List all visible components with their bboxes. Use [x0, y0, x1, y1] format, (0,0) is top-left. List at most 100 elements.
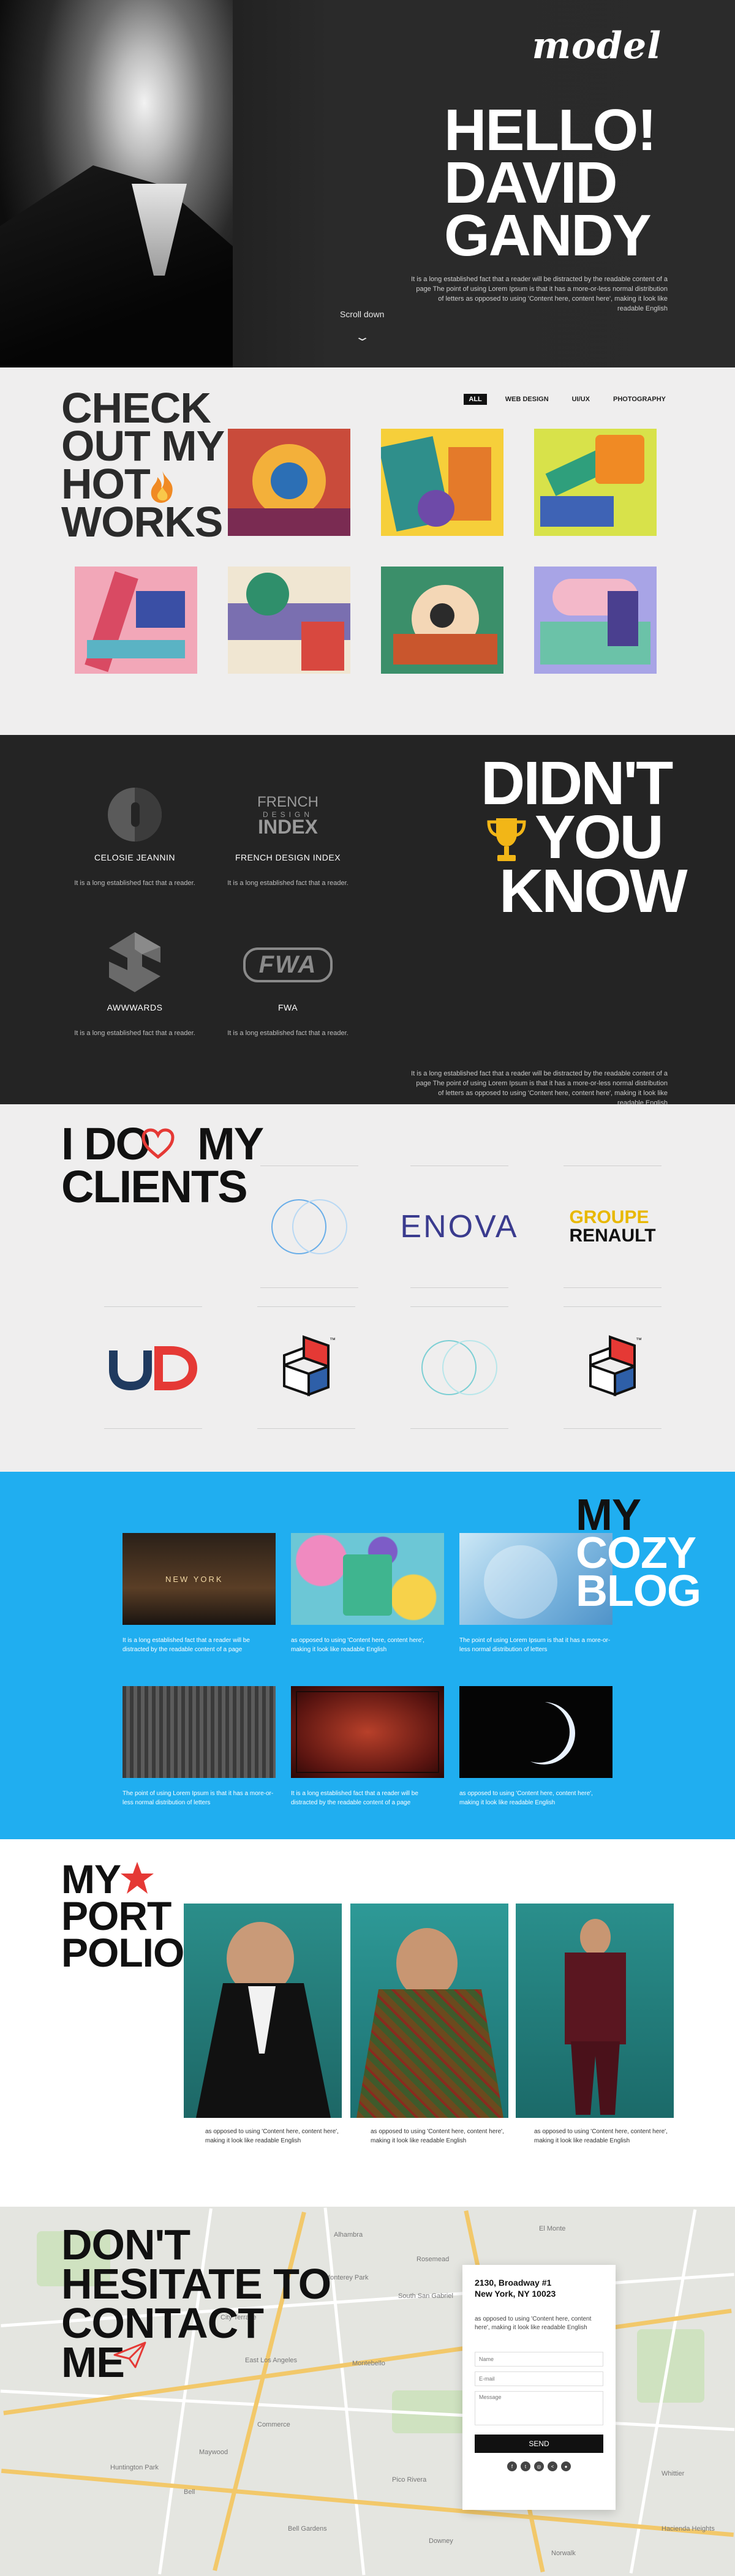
logo-text: INDEX — [258, 816, 318, 838]
award-item: FRENCH DESIGN INDEX FRENCH DESIGN INDEX … — [214, 784, 361, 887]
hero-title-line: GANDY — [444, 203, 652, 268]
map-label: Whittier — [662, 2470, 685, 2477]
blog-post-image[interactable] — [291, 1686, 444, 1778]
filter-photography[interactable]: PHOTOGRAPHY — [608, 394, 671, 405]
contact-form: SEND — [475, 2347, 603, 2453]
awwwards-logo-icon — [109, 932, 160, 992]
works-title-line: WORKS — [61, 498, 223, 546]
work-thumbnail[interactable] — [534, 567, 657, 674]
know-title-line: DIDN'T — [481, 749, 673, 818]
groupe-renault-logo: GROUPE RENAULT — [569, 1208, 655, 1245]
client-logo-cell[interactable]: ™ — [557, 1306, 668, 1429]
works-title-line: OUT MY — [61, 422, 225, 470]
rings-logo-icon — [271, 1199, 347, 1254]
filter-ui-ux[interactable]: UI/UX — [567, 394, 595, 405]
name-field[interactable] — [475, 2352, 603, 2367]
map-label: Norwalk — [551, 2550, 576, 2557]
portfolio-photo[interactable] — [516, 1904, 674, 2118]
contact-section: Alhambra Monterey Park Montebello City T… — [0, 2207, 735, 2576]
client-logo-cell[interactable]: ™ — [251, 1306, 361, 1429]
portfolio-caption: as opposed to using 'Content here, conte… — [205, 2128, 339, 2144]
client-logo-cell[interactable]: ENOVA — [400, 1166, 517, 1288]
blog-post-excerpt: The point of using Lorem Ipsum is that i… — [459, 1637, 611, 1653]
blog-image-caption: NEW YORK — [165, 1575, 224, 1584]
star-icon — [121, 1862, 154, 1894]
award-logo — [61, 932, 208, 995]
blog-post[interactable]: The point of using Lorem Ipsum is that i… — [123, 1686, 276, 1807]
hero-title-line: HELLO! — [444, 97, 657, 163]
portfolio-caption: as opposed to using 'Content here, conte… — [534, 2128, 668, 2144]
instagram-icon[interactable]: ◎ — [534, 2461, 544, 2471]
work-thumbnail[interactable] — [381, 429, 503, 536]
logo-text: FRENCH — [257, 794, 318, 810]
blog-post[interactable]: as opposed to using 'Content here, conte… — [459, 1686, 612, 1807]
client-logo-cell[interactable] — [254, 1166, 364, 1288]
hero-title-line: DAVID — [444, 150, 618, 216]
work-thumbnail[interactable] — [75, 567, 197, 674]
logo-text: GROUPE — [569, 1207, 649, 1227]
client-logo: ™ — [251, 1331, 361, 1404]
map-label: South San Gabriel — [398, 2292, 453, 2300]
map-label: Alhambra — [334, 2231, 363, 2239]
chevron-down-icon[interactable]: ⌄ — [354, 331, 371, 344]
map-label: Monterey Park — [325, 2274, 369, 2281]
twitter-icon[interactable]: t — [521, 2461, 530, 2471]
rings-logo-icon — [421, 1340, 497, 1395]
facebook-icon[interactable]: f — [507, 2461, 517, 2471]
work-thumbnail[interactable] — [381, 567, 503, 674]
hero-section: model HELLO! DAVID GANDY It is a long es… — [0, 0, 735, 367]
site-logo[interactable]: model — [532, 24, 662, 67]
paper-plane-icon — [113, 2341, 146, 2368]
share-icon[interactable]: < — [548, 2461, 557, 2471]
svg-text:™: ™ — [636, 1337, 642, 1344]
client-logo-cell[interactable]: GROUPE RENAULT — [557, 1166, 668, 1288]
portfolio-section: MY PORT POLIO as opposed to using 'Conte… — [0, 1839, 735, 2207]
blog-post-image[interactable] — [123, 1686, 276, 1778]
portfolio-photo[interactable] — [350, 1904, 508, 2118]
svg-text:™: ™ — [330, 1337, 336, 1344]
french-design-index-logo: FRENCH DESIGN INDEX — [257, 794, 318, 838]
client-logo-cell[interactable] — [98, 1306, 208, 1429]
award-name: CELOSIE JEANNIN — [94, 853, 175, 862]
send-button[interactable]: SEND — [475, 2435, 603, 2453]
blog-post[interactable]: as opposed to using 'Content here, conte… — [291, 1533, 444, 1654]
blog-post-excerpt: The point of using Lorem Ipsum is that i… — [123, 1790, 274, 1806]
enova-logo: ENOVA — [400, 1209, 519, 1245]
map-label: Commerce — [257, 2421, 290, 2428]
portfolio-photo[interactable] — [184, 1904, 342, 2118]
clients-section: I DO MY CLIENTS ENOVA GROUPE RENAULT ™ ™ — [0, 1104, 735, 1472]
fire-icon — [151, 471, 173, 503]
map-label: Montebello — [352, 2360, 385, 2367]
email-field[interactable] — [475, 2371, 603, 2386]
scroll-down-link[interactable]: Scroll down — [340, 309, 384, 319]
map-label: Hacienda Heights — [662, 2525, 715, 2533]
blog-post[interactable]: It is a long established fact that a rea… — [291, 1686, 444, 1807]
award-name: FWA — [277, 1003, 298, 1012]
award-name: AWWWARDS — [107, 1003, 163, 1012]
award-description: It is a long established fact that a rea… — [74, 879, 195, 887]
blog-post-image[interactable] — [291, 1533, 444, 1625]
blog-post-image[interactable]: NEW YORK — [123, 1533, 276, 1625]
portfolio-caption: as opposed to using 'Content here, conte… — [371, 2128, 504, 2144]
award-logo: FRENCH DESIGN INDEX — [214, 784, 361, 845]
globe-icon[interactable]: ● — [561, 2461, 571, 2471]
award-description: It is a long established fact that a rea… — [74, 1030, 195, 1037]
work-thumbnail[interactable] — [228, 429, 350, 536]
work-thumbnail[interactable] — [534, 429, 657, 536]
filter-web-design[interactable]: WEB DESIGN — [500, 394, 554, 405]
map-label: Maywood — [199, 2449, 228, 2456]
blog-post-image[interactable] — [459, 1686, 612, 1778]
map-label: Bell Gardens — [288, 2525, 327, 2533]
social-links: f t ◎ < ● — [475, 2461, 603, 2471]
contact-title-line: DON'T — [61, 2221, 190, 2269]
filter-all[interactable]: ALL — [464, 394, 487, 405]
blog-title: MY COZY BLOG — [576, 1493, 701, 1616]
map-label: Huntington Park — [110, 2464, 159, 2471]
hero-title: HELLO! DAVID GANDY — [444, 97, 665, 268]
message-field[interactable] — [475, 2391, 603, 2425]
blog-title-line: BLOG — [576, 1567, 701, 1616]
blog-post[interactable]: NEW YORK It is a long established fact t… — [123, 1533, 276, 1654]
client-logo-cell[interactable] — [404, 1306, 514, 1429]
work-thumbnail[interactable] — [228, 567, 350, 674]
portfolio-title-line: POLIO — [61, 1930, 184, 1975]
